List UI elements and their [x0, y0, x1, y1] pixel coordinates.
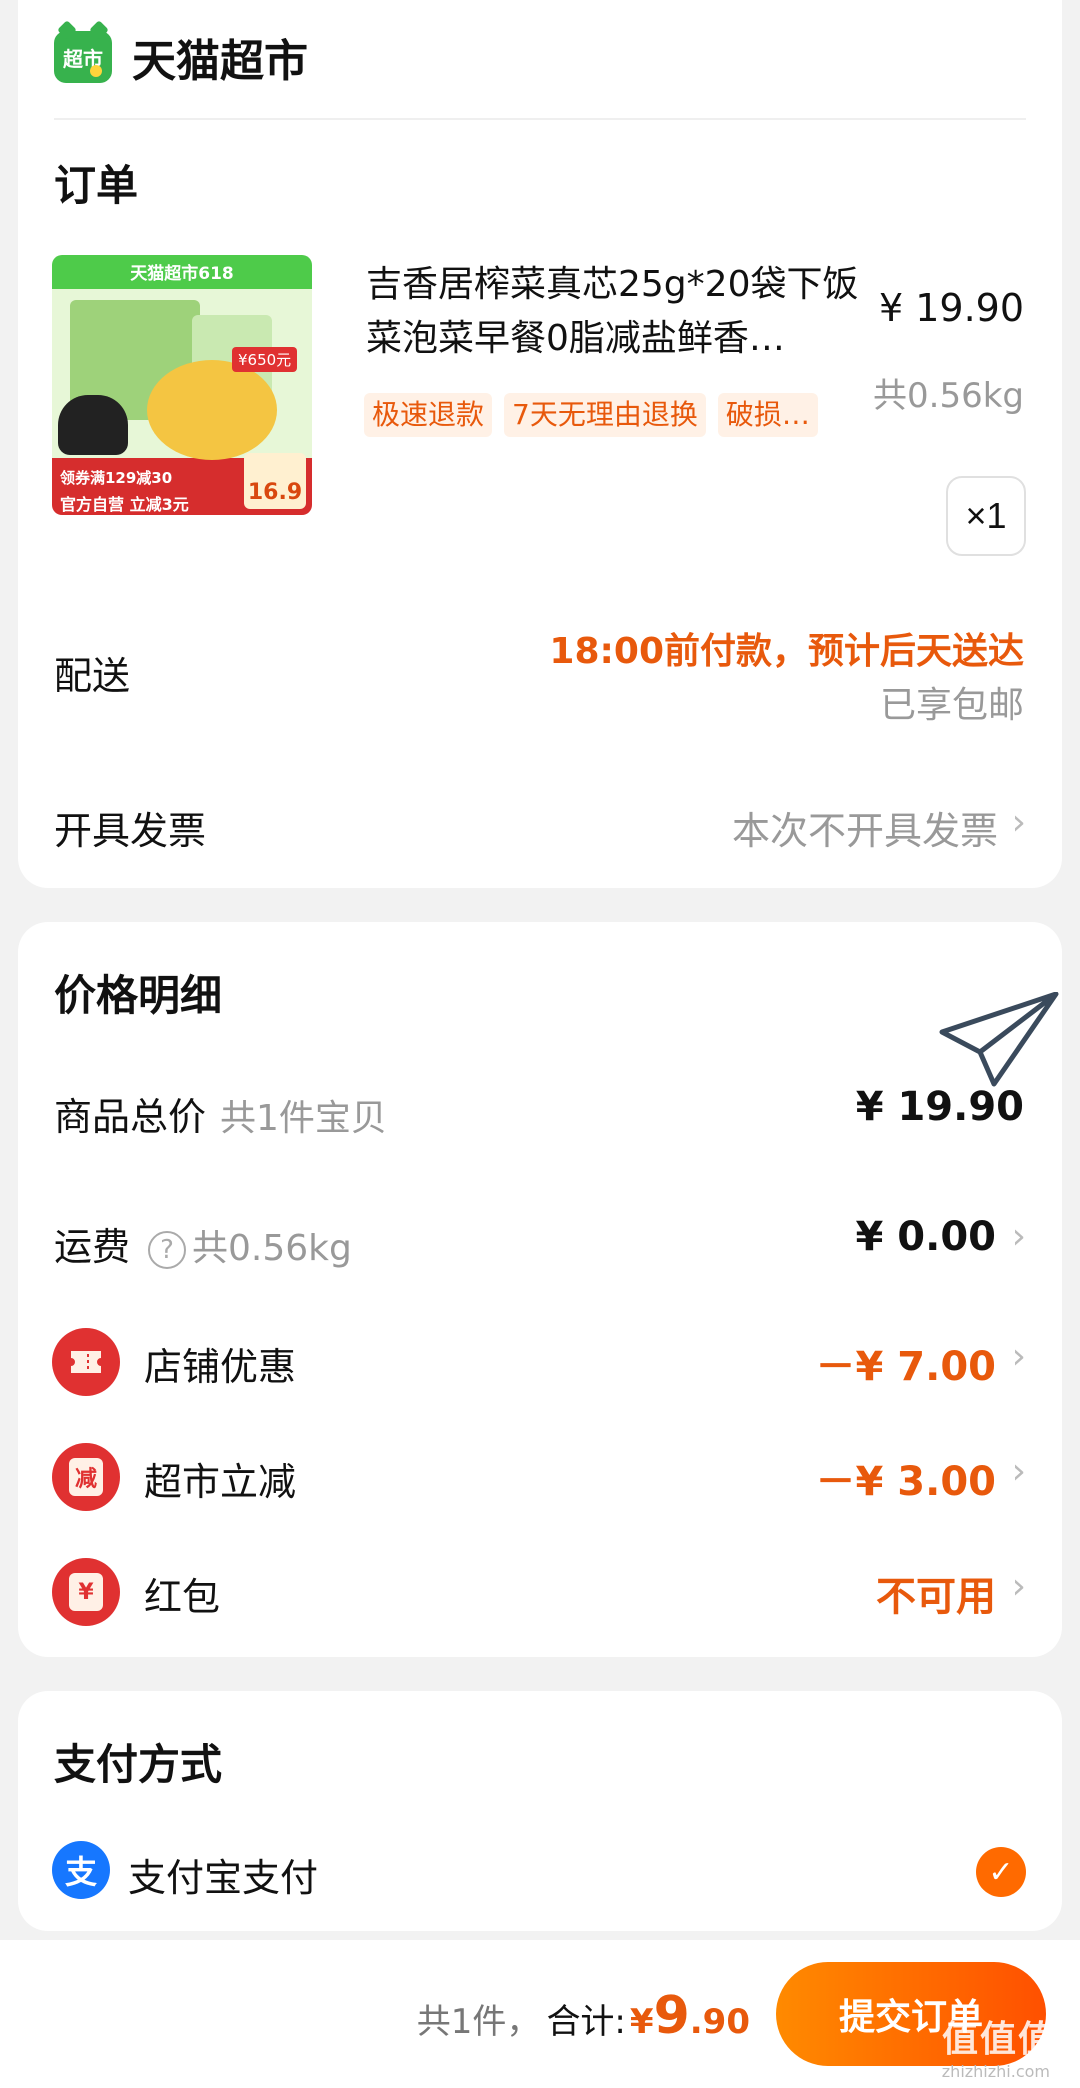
shop-name: 天猫超市 [132, 36, 308, 87]
watermark-logo: 值值值 [941, 2019, 1056, 2060]
price-row-market-discount[interactable]: 减 超市立减 －¥ 3.00 › [18, 1437, 1062, 1517]
item-count: 共1件， [416, 2002, 541, 2042]
shipping-label-wrap: 运费? 共0.56kg [54, 1216, 352, 1271]
tmall-cat-graphic [58, 395, 128, 455]
help-icon[interactable]: ? [148, 1230, 187, 1269]
price-detail-card: 价格明细 商品总价 共1件宝贝 ¥ 19.90 运费? 共0.56kg ¥ 0.00… [18, 922, 1062, 1657]
product-image-badge: ¥650元 [232, 347, 298, 372]
alipay-label[interactable]: 支付宝支付 [128, 1847, 318, 1902]
shop-discount-label: 店铺优惠 [144, 1345, 297, 1389]
red-packet-icon: ¥ [52, 1558, 120, 1626]
total-label: 合计: [546, 2002, 626, 2042]
currency-symbol: ¥ [629, 2002, 654, 2042]
shipping-fee-label: 运费 [54, 1225, 131, 1269]
payment-title: 支付方式 [54, 1740, 223, 1789]
total-decimal: .90 [689, 2002, 750, 2042]
ticket-icon [52, 1328, 120, 1396]
shipping-status: 已享包邮 [879, 685, 1024, 726]
order-card: 超市 天猫超市 订单 天猫超市618 ¥650元 领券满129减30 官方自营 … [18, 0, 1062, 888]
shipping-fee-value: ¥ 0.00 [855, 1214, 996, 1260]
divider [54, 118, 1026, 120]
watermark-url: zhizhizhi.com [941, 2062, 1050, 2081]
service-tag: 7天无理由退换 [504, 393, 706, 437]
service-tag: 极速退款 [364, 393, 493, 437]
product-title[interactable]: 吉香居榨菜真芯25g*20袋下饭菜泡菜早餐0脂减盐鲜香… [366, 258, 876, 366]
product-image-price-tag: 16.9 [244, 453, 306, 509]
market-discount-label: 超市立减 [144, 1460, 297, 1504]
price-row-shop-discount[interactable]: 店铺优惠 －¥ 7.00 › [18, 1322, 1062, 1402]
price-detail-title: 价格明细 [54, 971, 223, 1020]
goods-total-value: ¥ 19.90 [855, 1084, 1024, 1130]
chevron-right-icon[interactable]: › [1012, 802, 1026, 843]
checkmark-icon[interactable]: ✓ [976, 1847, 1026, 1897]
shop-discount-value: －¥ 7.00 [815, 1344, 996, 1390]
chevron-right-icon[interactable]: › [1012, 1216, 1026, 1257]
chevron-right-icon[interactable]: › [1012, 1451, 1026, 1492]
product-image-promo: 领券满129减30 [60, 469, 173, 487]
product-image[interactable]: 天猫超市618 ¥650元 领券满129减30 官方自营 立减3元 16.9 [52, 255, 312, 515]
price-row-shipping[interactable]: 运费? 共0.56kg ¥ 0.00 › [18, 1202, 1062, 1282]
quantity-button[interactable]: ×1 [946, 476, 1026, 556]
chevron-right-icon[interactable]: › [1012, 1566, 1026, 1607]
product-price: ¥ 19.90 [878, 286, 1024, 330]
price-row-red-packet[interactable]: ¥ 红包 不可用 › [18, 1552, 1062, 1632]
goods-total-label: 商品总价 [54, 1095, 207, 1139]
shop-header[interactable]: 超市 天猫超市 [54, 22, 308, 92]
alipay-icon: 支 [52, 1841, 110, 1899]
discount-icon-glyph: 减 [69, 1458, 103, 1496]
delivery-time: 18:00前付款，预计后天送达 [549, 631, 1024, 672]
goods-total-label-wrap: 商品总价 共1件宝贝 [54, 1086, 387, 1141]
red-packet-value: 不可用 [876, 1574, 996, 1620]
checkout-bar: 共1件， 合计: ¥ 9 .90 提交订单 值值值 zhizhizhi.com [0, 1940, 1080, 2088]
market-discount-value: －¥ 3.00 [815, 1459, 996, 1505]
total-integer: 9 [653, 1986, 690, 2046]
shipping-weight: 共0.56kg [192, 1228, 352, 1269]
logo-dot [90, 65, 102, 77]
order-summary: 共1件， 合计: ¥ 9 .90 [417, 1986, 750, 2046]
product-image-promo: 官方自营 立减3元 [60, 495, 189, 514]
order-section-title: 订单 [54, 161, 139, 210]
red-packet-icon-glyph: ¥ [69, 1573, 103, 1611]
discount-icon: 减 [52, 1443, 120, 1511]
invoice-label[interactable]: 开具发票 [54, 800, 206, 855]
tmall-supermarket-logo: 超市 [54, 31, 112, 83]
chevron-right-icon[interactable]: › [1012, 1336, 1026, 1377]
red-packet-label: 红包 [144, 1575, 221, 1619]
service-tags: 极速退款 7天无理由退换 破损… [364, 393, 818, 437]
invoice-value[interactable]: 本次不开具发票 [732, 800, 998, 855]
service-tag: 破损… [717, 393, 818, 437]
payment-card: 支付方式 支 支付宝支付 ✓ [18, 1691, 1062, 1931]
food-graphic [147, 360, 277, 460]
price-row-goods-total: 商品总价 共1件宝贝 ¥ 19.90 [18, 1072, 1062, 1152]
product-image-banner: 天猫超市618 [130, 264, 234, 284]
goods-count: 共1件宝贝 [220, 1098, 387, 1139]
product-weight: 共0.56kg [873, 376, 1024, 416]
delivery-label: 配送 [54, 654, 131, 698]
